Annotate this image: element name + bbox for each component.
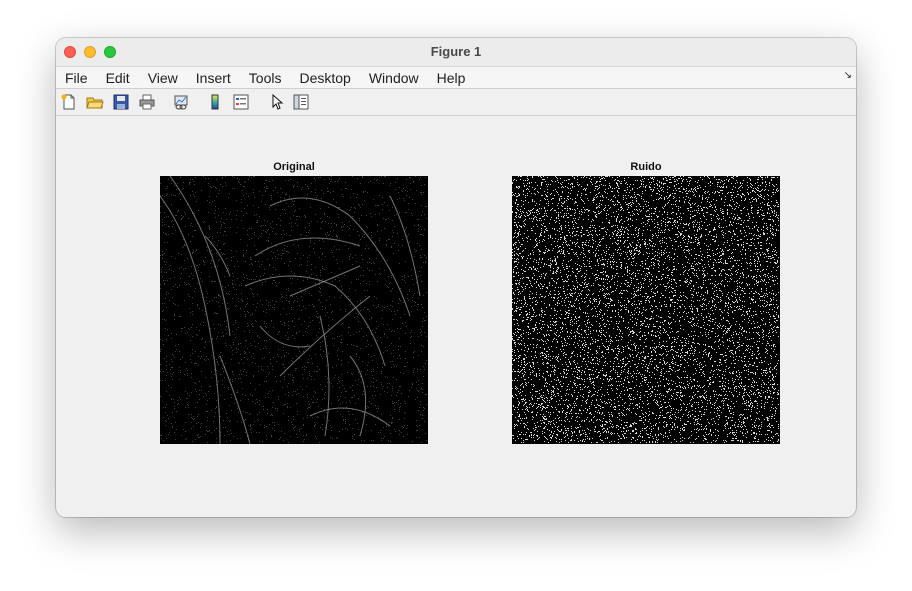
insert-legend-icon[interactable] xyxy=(232,93,250,111)
menu-view[interactable]: View xyxy=(139,70,187,86)
new-figure-icon[interactable] xyxy=(60,93,78,111)
print-icon[interactable] xyxy=(138,93,156,111)
axes-title-original: Original xyxy=(273,161,315,173)
menu-bar: File Edit View Insert Tools Desktop Wind… xyxy=(56,67,856,89)
figure-window: Figure 1 File Edit View Insert Tools Des… xyxy=(56,38,856,517)
menu-window[interactable]: Window xyxy=(360,70,428,86)
figure-canvas: Original Ruido xyxy=(56,116,856,517)
image-axes-original[interactable] xyxy=(160,176,428,444)
edit-plot-icon[interactable] xyxy=(268,93,286,111)
dock-arrow-icon[interactable]: ↘ xyxy=(844,70,852,81)
open-file-icon[interactable] xyxy=(86,93,104,111)
link-plot-icon[interactable] xyxy=(172,93,190,111)
menu-help[interactable]: Help xyxy=(428,70,475,86)
window-title: Figure 1 xyxy=(430,44,482,59)
edge-image xyxy=(160,176,427,444)
menu-edit[interactable]: Edit xyxy=(97,70,139,86)
axes-title-ruido: Ruido xyxy=(630,161,662,173)
menu-tools[interactable]: Tools xyxy=(240,70,291,86)
menu-insert[interactable]: Insert xyxy=(187,70,240,86)
title-bar[interactable]: Figure 1 xyxy=(56,38,856,67)
save-icon[interactable] xyxy=(112,93,130,111)
insert-colorbar-icon[interactable] xyxy=(206,93,224,111)
menu-file[interactable]: File xyxy=(56,70,97,86)
image-axes-ruido[interactable] xyxy=(512,176,780,444)
menu-desktop[interactable]: Desktop xyxy=(290,70,359,86)
property-inspector-icon[interactable] xyxy=(292,93,310,111)
noise-image xyxy=(512,176,779,443)
figure-toolbar xyxy=(56,89,856,116)
